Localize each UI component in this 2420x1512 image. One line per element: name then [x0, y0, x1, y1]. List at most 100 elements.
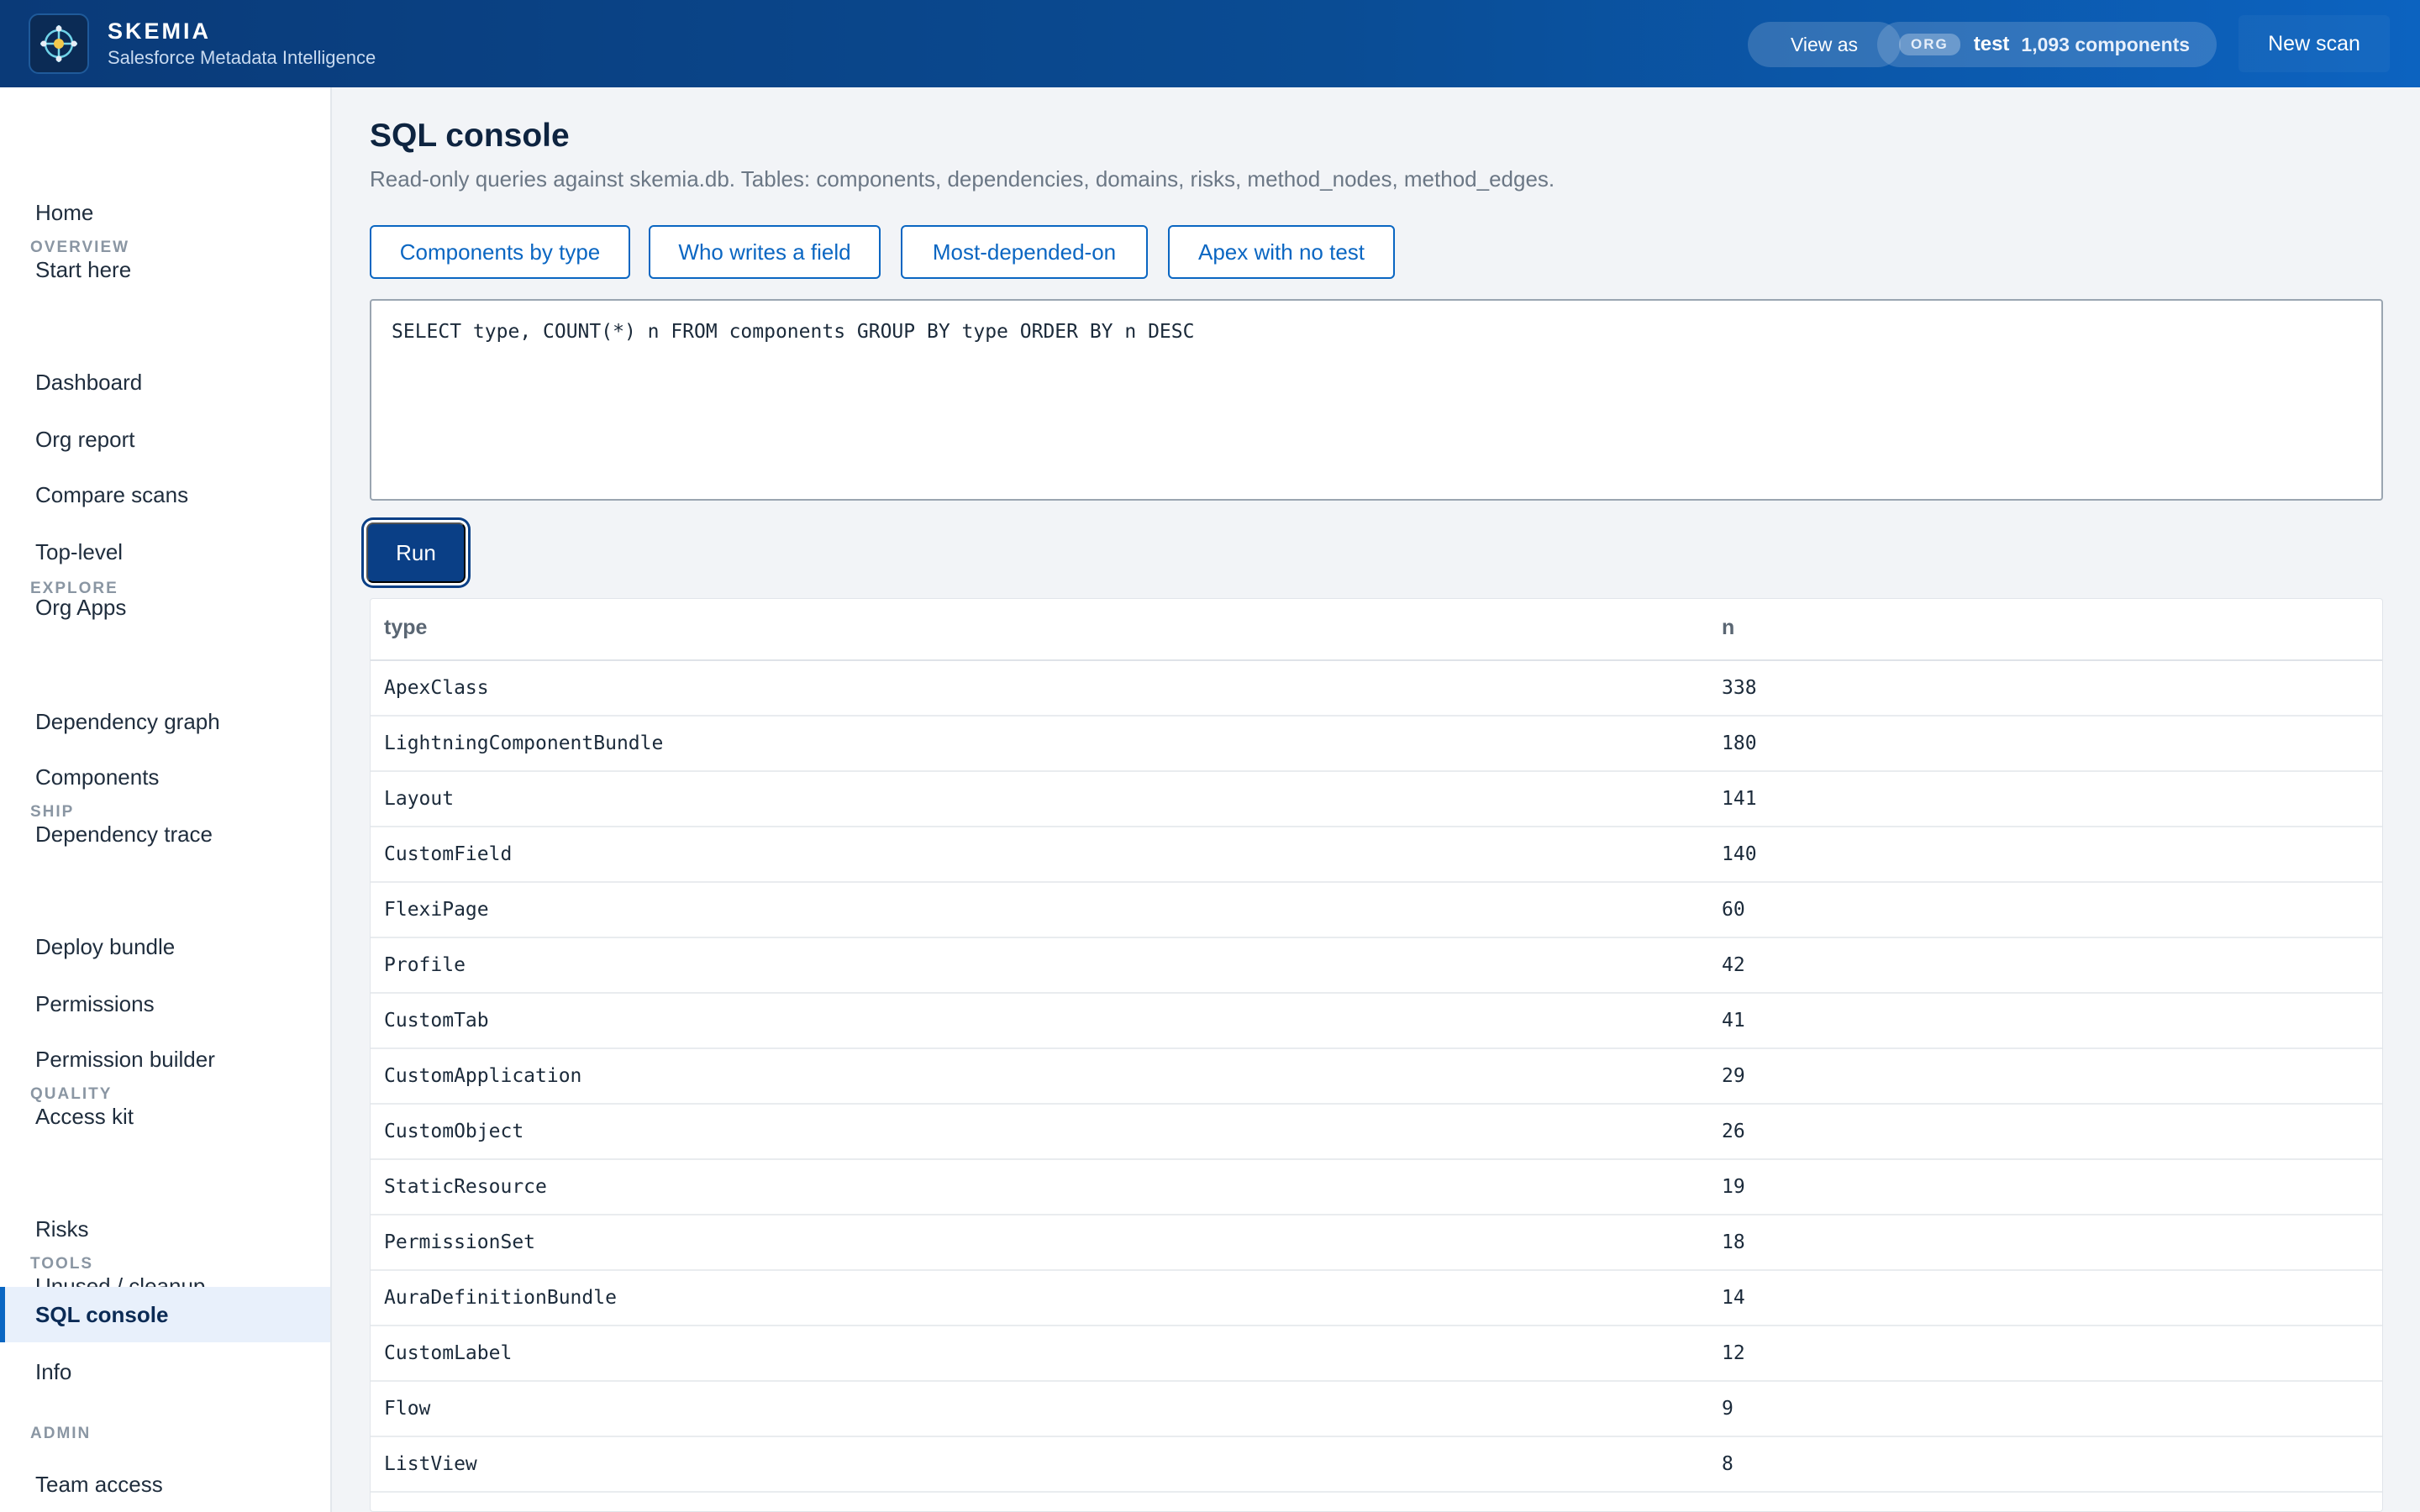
cell-type: Layout [384, 788, 455, 810]
org-name: test [1973, 33, 2010, 55]
sidebar-item-risks[interactable]: Risks [0, 1201, 330, 1257]
table-row: CustomApplication 29 [371, 1049, 2382, 1105]
results-table: type n ApexClass 338 LightningComponentBun… [370, 598, 2383, 1512]
cell-n: 18 [1722, 1231, 1745, 1253]
sidebar-item-permissions[interactable]: Permissions [0, 976, 330, 1032]
table-row: LightningComponentBundle 180 [371, 717, 2382, 772]
main-content: SQL console Read-only queries against sk… [333, 87, 2420, 1512]
sidebar-item-sql-console[interactable]: SQL console [0, 1287, 330, 1342]
table-row: CustomField 140 [371, 827, 2382, 883]
section-label-ship: SHIP [30, 803, 75, 821]
column-header-type[interactable]: type [384, 616, 427, 640]
cell-type: CustomTab [384, 1010, 489, 1032]
table-row: Profile 42 [371, 938, 2382, 994]
sidebar-item-label: Org report [35, 426, 135, 452]
sidebar-item-label: Dashboard [35, 369, 143, 395]
cell-n: 8 [1722, 1453, 1733, 1475]
cell-type: CustomField [384, 843, 513, 865]
cell-type: AuraDefinitionBundle [384, 1287, 617, 1309]
top-header: SKEMIA Salesforce Metadata Intelligence … [0, 0, 2420, 87]
cell-type: LightningComponentBundle [384, 732, 664, 754]
page-title: SQL console [370, 118, 570, 154]
cell-type: StaticResource [384, 1176, 547, 1198]
sidebar-item-label: Team access [35, 1471, 163, 1497]
cell-type: ListView [384, 1453, 477, 1475]
cell-type: ApexClass [384, 677, 489, 699]
cell-n: 9 [1722, 1398, 1733, 1420]
new-scan-label: New scan [2268, 31, 2360, 55]
sidebar-item-compare-scans[interactable]: Compare scans [0, 467, 330, 522]
new-scan-button[interactable]: New scan [2238, 15, 2390, 72]
sidebar-item-label: Components [35, 764, 160, 790]
sidebar-item-top-level[interactable]: Top-level [0, 524, 330, 580]
sidebar-item-label: Access kit [35, 1103, 134, 1129]
sidebar-item-dependency-graph[interactable]: Dependency graph [0, 694, 330, 749]
cell-n: 41 [1722, 1010, 1745, 1032]
sidebar: Home Start here OVERVIEW Dashboard Org r… [0, 87, 332, 1512]
table-row: PermissionSet 18 [371, 1215, 2382, 1271]
cell-n: 140 [1722, 843, 1757, 865]
cell-n: 26 [1722, 1121, 1745, 1142]
sidebar-item-label: Top-level [35, 538, 124, 564]
sidebar-item-label: Home [35, 199, 94, 225]
cell-n: 338 [1722, 677, 1757, 699]
cell-n: 42 [1722, 954, 1745, 976]
sidebar-item-permission-builder[interactable]: Permission builder [0, 1032, 330, 1087]
cell-n: 180 [1722, 732, 1757, 754]
sidebar-item-label: Deploy bundle [35, 933, 176, 959]
page-description: Read-only queries against skemia.db. Tab… [370, 166, 1555, 192]
org-tag-badge: ORG [1899, 34, 1960, 55]
preset-apex-with-no-test-button[interactable]: Apex with no test [1168, 225, 1395, 279]
sidebar-item-org-report[interactable]: Org report [0, 412, 330, 467]
sidebar-item-label: Compare scans [35, 481, 189, 507]
preset-most-depended-on-button[interactable]: Most-depended-on [901, 225, 1148, 279]
brand-name: SKEMIA [108, 18, 212, 44]
sidebar-item-deploy-bundle[interactable]: Deploy bundle [0, 919, 330, 974]
run-query-button[interactable]: Run [366, 522, 466, 583]
cell-type: CustomLabel [384, 1342, 513, 1364]
preset-components-by-type-button[interactable]: Components by type [370, 225, 630, 279]
cell-type: Profile [384, 954, 466, 976]
table-row: AuraDefinitionBundle 14 [371, 1271, 2382, 1326]
sidebar-item-components[interactable]: Components [0, 749, 330, 805]
view-as-label: View as [1790, 33, 1859, 55]
cell-type: CustomApplication [384, 1065, 582, 1087]
table-row: ApexClass 338 [371, 661, 2382, 717]
cell-n: 12 [1722, 1342, 1745, 1364]
section-label-overview: OVERVIEW [30, 239, 130, 256]
preset-who-writes-a-field-button[interactable]: Who writes a field [649, 225, 881, 279]
sidebar-item-label: Org Apps [35, 594, 127, 620]
sidebar-item-label: Dependency graph [35, 708, 220, 734]
cell-n: 14 [1722, 1287, 1745, 1309]
sidebar-item-label: Risks [35, 1215, 89, 1242]
table-row: CustomLabel 12 [371, 1326, 2382, 1382]
table-row: StaticResource 19 [371, 1160, 2382, 1215]
org-component-count: 1,093 components [2021, 33, 2191, 55]
section-label-tools: TOOLS [30, 1255, 94, 1273]
cell-type: FlexiPage [384, 899, 489, 921]
sidebar-item-info[interactable]: Info [0, 1344, 330, 1399]
org-selector[interactable]: ORG test 1,093 components [1877, 22, 2217, 67]
section-label-quality: QUALITY [30, 1085, 113, 1103]
brand-subtitle: Salesforce Metadata Intelligence [108, 47, 376, 68]
sidebar-item-label: SQL console [35, 1301, 169, 1327]
table-row: CustomTab 41 [371, 994, 2382, 1049]
skemia-logo-icon[interactable] [29, 13, 89, 74]
cell-n: 141 [1722, 788, 1757, 810]
cell-n: 60 [1722, 899, 1745, 921]
section-label-explore: EXPLORE [30, 580, 118, 597]
sidebar-item-team-access[interactable]: Team access [0, 1457, 330, 1512]
table-row: CustomObject 26 [371, 1105, 2382, 1160]
cell-type: PermissionSet [384, 1231, 536, 1253]
cell-n: 19 [1722, 1176, 1745, 1198]
results-header-row: type n [371, 599, 2382, 661]
cell-type: CustomObject [384, 1121, 524, 1142]
sql-query-input[interactable]: SELECT type, COUNT(*) n FROM components … [370, 299, 2383, 501]
cell-n: 29 [1722, 1065, 1745, 1087]
sidebar-item-home[interactable]: Home [0, 185, 330, 240]
column-header-n[interactable]: n [1722, 616, 1734, 640]
sidebar-item-dashboard[interactable]: Dashboard [0, 354, 330, 410]
table-row: Layout 141 [371, 772, 2382, 827]
table-row: FlexiPage 60 [371, 883, 2382, 938]
cell-type: Flow [384, 1398, 431, 1420]
